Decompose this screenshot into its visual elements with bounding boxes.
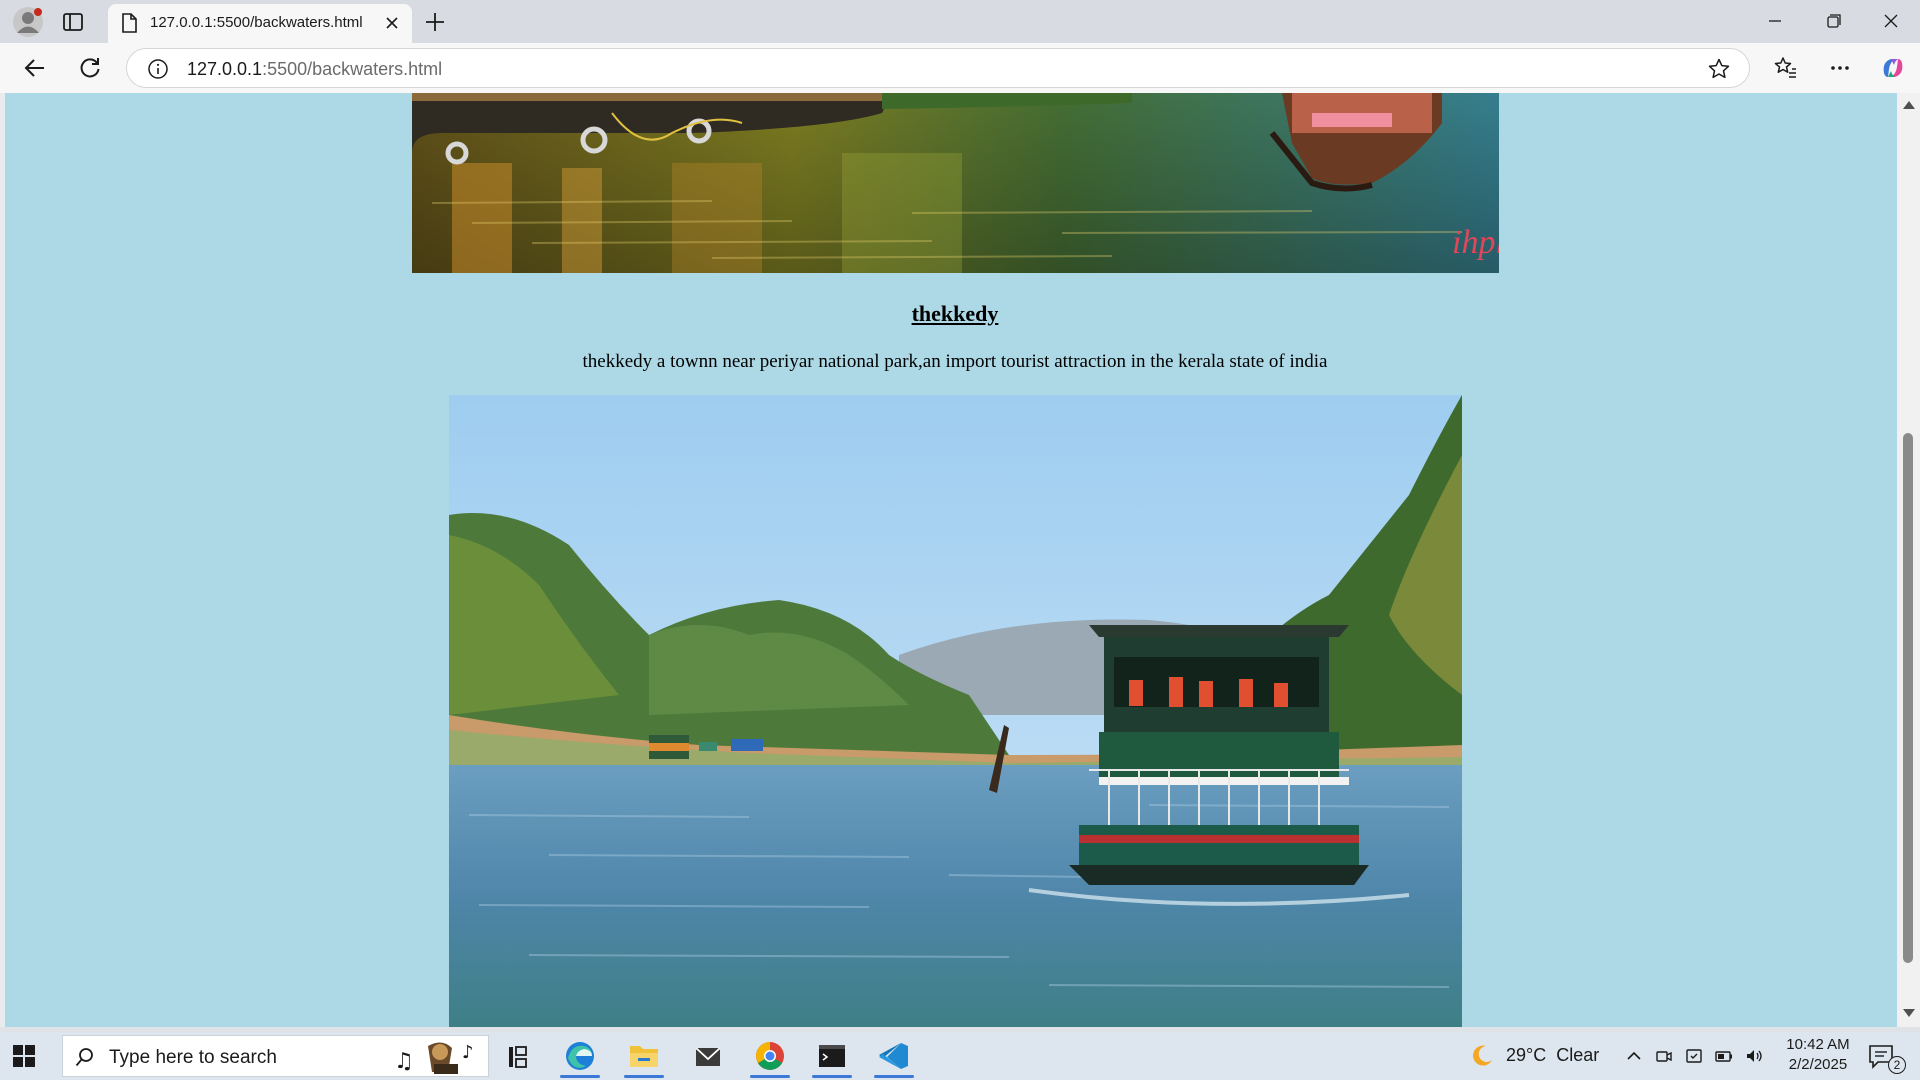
terminal-active-indicator: [812, 1075, 852, 1078]
security-icon[interactable]: [1684, 1046, 1704, 1066]
favorite-star-icon[interactable]: [1707, 57, 1731, 81]
notification-center-icon[interactable]: 2: [1866, 1042, 1906, 1074]
scroll-up-arrow-icon[interactable]: [1903, 101, 1915, 109]
site-info-icon[interactable]: [147, 58, 169, 80]
page-icon: [120, 13, 138, 33]
vscode-active-indicator: [874, 1075, 914, 1078]
weather-moon-icon[interactable]: [1468, 1042, 1496, 1070]
url-text: 127.0.0.1:5500/backwaters.html: [187, 59, 442, 80]
page-viewport: ihpl thekkedy thekkedy a townn near peri…: [0, 93, 1920, 1027]
url-host: 127.0.0.1: [187, 59, 263, 79]
notification-count-badge: 2: [1888, 1056, 1906, 1074]
thekkady-lake-boat-image: [449, 395, 1462, 1027]
tab-actions-icon[interactable]: [60, 9, 86, 35]
favorites-icon[interactable]: [1770, 53, 1800, 83]
refresh-icon[interactable]: [75, 53, 105, 83]
image-watermark: ihpl: [1452, 224, 1499, 261]
active-tab[interactable]: 127.0.0.1:5500/backwaters.html: [108, 4, 412, 43]
show-hidden-icons-chevron-icon[interactable]: [1624, 1046, 1644, 1066]
edge-icon[interactable]: [554, 1036, 606, 1078]
tab-strip: 127.0.0.1:5500/backwaters.html: [0, 0, 1920, 43]
edge-active-indicator: [560, 1075, 600, 1078]
chrome-icon[interactable]: [744, 1036, 796, 1078]
more-options-icon[interactable]: [1825, 53, 1855, 83]
search-icon: [75, 1047, 95, 1067]
profile-alert-dot: [34, 8, 42, 16]
url-path: :5500/backwaters.html: [262, 59, 443, 79]
scrollbar-thumb[interactable]: [1903, 433, 1913, 963]
taskbar-search-box[interactable]: Type here to search ♫ ♪: [62, 1035, 489, 1077]
terminal-icon[interactable]: [806, 1036, 858, 1078]
vscode-icon[interactable]: [868, 1036, 920, 1078]
search-placeholder: Type here to search: [109, 1047, 277, 1068]
search-highlight-icon: ♫ ♪: [390, 1038, 480, 1076]
clock-date[interactable]: 2/2/2025: [1778, 1056, 1858, 1073]
task-view-icon[interactable]: [492, 1036, 544, 1078]
close-window-icon[interactable]: [1876, 8, 1906, 34]
chrome-active-indicator: [750, 1075, 790, 1078]
restore-icon[interactable]: [1818, 8, 1848, 34]
meet-now-icon[interactable]: [1654, 1046, 1674, 1066]
battery-icon[interactable]: [1714, 1046, 1734, 1066]
windows-taskbar: Type here to search ♫ ♪ 29°C Clear 10:42…: [0, 1032, 1920, 1080]
back-arrow-icon[interactable]: [20, 53, 50, 83]
profile-icon[interactable]: [12, 6, 44, 38]
tab-title: 127.0.0.1:5500/backwaters.html: [150, 14, 363, 31]
scroll-down-arrow-icon[interactable]: [1903, 1009, 1915, 1017]
section-description: thekkedy a townn near periyar national p…: [582, 351, 1328, 372]
volume-icon[interactable]: [1744, 1046, 1764, 1066]
browser-toolbar: 127.0.0.1:5500/backwaters.html: [0, 43, 1920, 93]
address-bar[interactable]: 127.0.0.1:5500/backwaters.html: [126, 48, 1750, 88]
explorer-active-indicator: [624, 1075, 664, 1078]
file-explorer-icon[interactable]: [618, 1036, 670, 1078]
section-heading: thekkedy: [911, 301, 999, 326]
weather-condition: Clear: [1556, 1045, 1600, 1065]
weather-readout[interactable]: 29°C Clear: [1506, 1045, 1599, 1066]
windows-start-icon[interactable]: [12, 1044, 36, 1068]
page-scrollbar[interactable]: [1897, 93, 1920, 1027]
backwaters-houseboat-image: ihpl: [412, 93, 1499, 273]
minimize-icon[interactable]: [1760, 8, 1790, 34]
svg-text:♫: ♫: [394, 1049, 414, 1074]
new-tab-icon[interactable]: [422, 9, 448, 35]
close-tab-icon[interactable]: [382, 13, 402, 33]
weather-temperature: 29°C: [1506, 1045, 1547, 1065]
copilot-icon[interactable]: [1878, 53, 1908, 83]
mail-icon[interactable]: [682, 1036, 734, 1078]
svg-text:♪: ♪: [462, 1042, 474, 1063]
clock-time[interactable]: 10:42 AM: [1778, 1036, 1858, 1053]
